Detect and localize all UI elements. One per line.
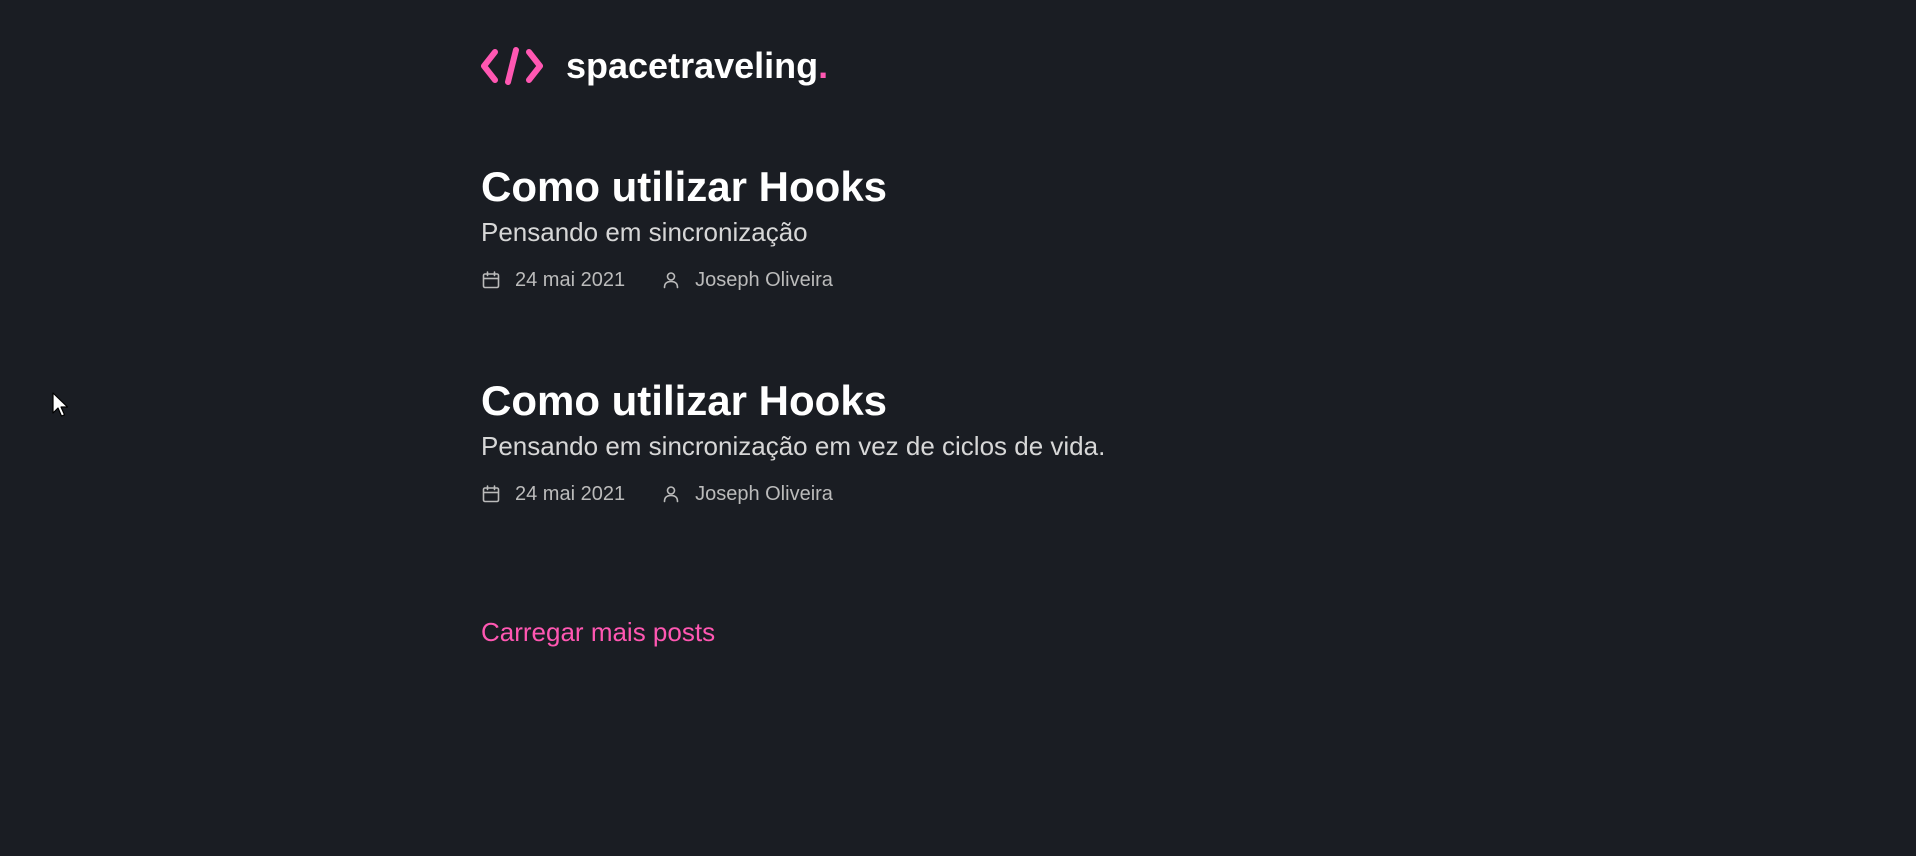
post-date: 24 mai 2021 (481, 266, 625, 294)
post-title[interactable]: Como utilizar Hooks (481, 162, 1201, 212)
brand-name: spacetraveling (566, 45, 819, 86)
post-date-text: 24 mai 2021 (515, 269, 626, 291)
home-link[interactable]: spacetraveling. (481, 46, 828, 86)
post-item[interactable]: Como utilizar Hooks Pensando em sincroni… (481, 376, 1201, 508)
mouse-cursor-icon (52, 392, 69, 417)
post-date-text: 24 mai 2021 (515, 483, 626, 505)
post-info: 24 mai 2021 Joseph Oliveira (481, 480, 1201, 508)
code-brackets-icon (481, 47, 543, 85)
post-title[interactable]: Como utilizar Hooks (481, 376, 1201, 426)
post-author: Joseph Oliveira (661, 480, 833, 508)
page: spacetraveling. Como utilizar Hooks Pens… (0, 0, 1916, 856)
post-subtitle: Pensando em sincronização em vez de cicl… (481, 431, 1106, 461)
user-icon (663, 486, 679, 503)
post-subtitle: Pensando em sincronização (481, 217, 808, 247)
load-more-button[interactable]: Carregar mais posts (481, 614, 715, 650)
calendar-icon (482, 271, 500, 289)
post-author: Joseph Oliveira (661, 266, 833, 294)
user-icon (663, 272, 679, 289)
post-item[interactable]: Como utilizar Hooks Pensando em sincroni… (481, 162, 1201, 294)
brand-dot: . (818, 45, 829, 86)
post-date: 24 mai 2021 (481, 480, 625, 508)
post-author-text: Joseph Oliveira (695, 483, 833, 505)
calendar-icon (482, 485, 500, 503)
post-info: 24 mai 2021 Joseph Oliveira (481, 266, 1201, 294)
post-author-text: Joseph Oliveira (695, 269, 833, 291)
